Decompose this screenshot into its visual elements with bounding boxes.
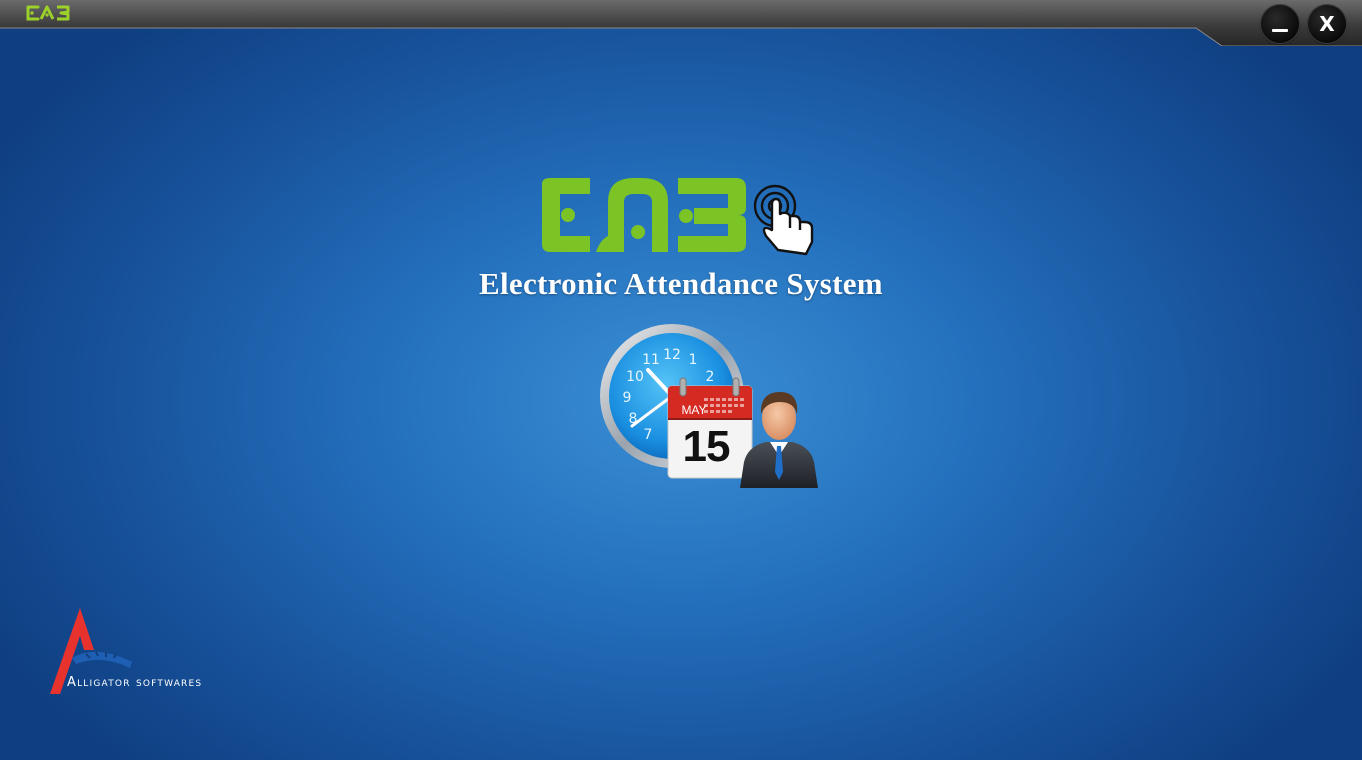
minimize-button[interactable]: [1261, 5, 1299, 43]
svg-text:10: 10: [626, 369, 644, 385]
svg-text:2: 2: [706, 369, 715, 385]
touch-hand-icon: [753, 184, 814, 256]
close-button[interactable]: X: [1308, 5, 1346, 43]
title-bar-shape: [0, 0, 1362, 46]
svg-text:11: 11: [642, 352, 660, 368]
app-title: Electronic Attendance System: [479, 266, 883, 301]
calendar-month: MAY: [681, 403, 707, 417]
minimize-icon: [1272, 29, 1288, 32]
close-icon: X: [1319, 12, 1335, 36]
svg-text:12: 12: [663, 347, 681, 363]
svg-text:9: 9: [623, 390, 632, 406]
eas-logo: [542, 178, 814, 256]
vendor-name: Alligator softwares: [67, 675, 203, 690]
title-bar: X: [0, 0, 1362, 46]
app-logo-small: [26, 5, 70, 21]
svg-text:1: 1: [689, 352, 698, 368]
calendar-day: 15: [682, 422, 731, 471]
svg-text:7: 7: [644, 427, 653, 443]
